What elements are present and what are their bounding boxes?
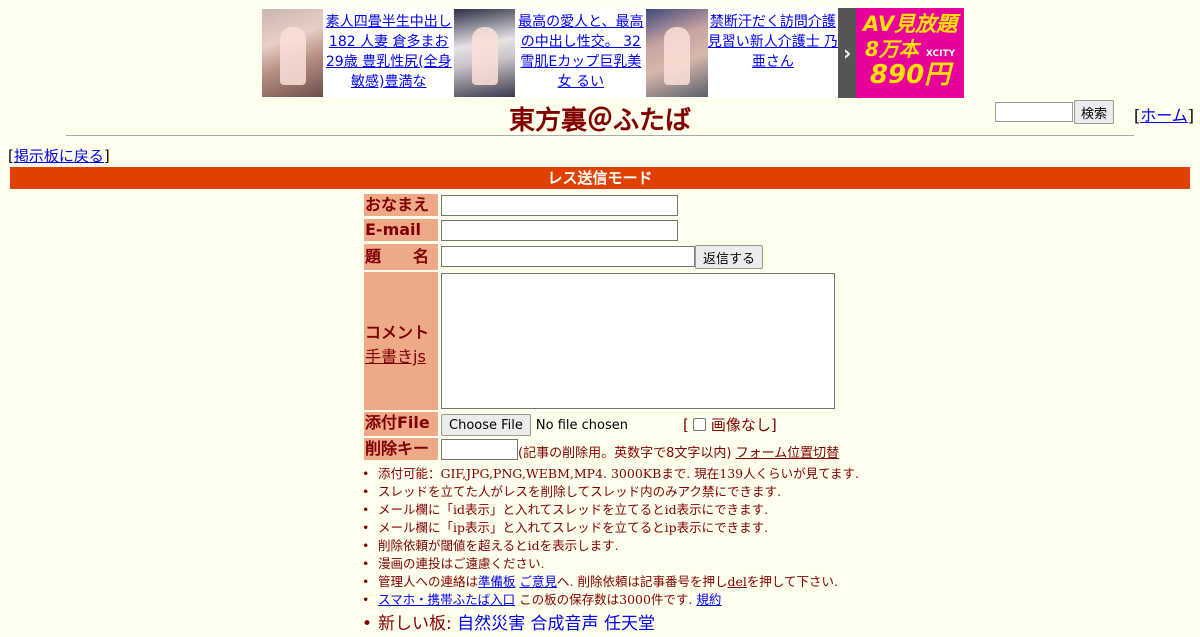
reply-mode-bar: レス送信モード	[10, 167, 1190, 189]
list-item: 管理人への連絡は準備板 ご意見へ. 削除依頼は記事番号を押しdelを押して下さい…	[362, 573, 859, 591]
back-link-wrap: [掲示板に戻る]	[8, 145, 110, 166]
list-item: スレッドを立てた人がレスを削除してスレッド内のみアク禁にできます.	[362, 483, 859, 501]
no-image-label: 画像なし]	[710, 416, 777, 434]
note-text: この板の保存数は3000件です.	[519, 592, 693, 607]
ad-next-arrow-icon[interactable]: ›	[838, 8, 857, 98]
bracket-close: ]	[103, 147, 110, 165]
ad-cta-banner[interactable]: AV見放題 8万本 XCITY 890円	[856, 8, 965, 98]
file-status: No file chosen	[535, 417, 628, 433]
search-input[interactable]	[995, 102, 1073, 122]
subject-input[interactable]	[441, 246, 695, 267]
file-label: 添付File	[364, 412, 438, 436]
submit-reply-button[interactable]: 返信する	[695, 245, 764, 269]
home-link-wrap: [ホーム]	[1134, 102, 1194, 126]
list-item: 漫画の連投はご遠慮ください.	[362, 555, 859, 573]
ad-figure	[280, 27, 306, 85]
list-item: 新しい板: 自然災害 合成音声 任天堂	[362, 611, 859, 637]
form-position-toggle-link[interactable]: フォーム位置切替	[736, 446, 840, 461]
prep-board-link[interactable]: 準備板	[478, 574, 516, 589]
comment-label: コメント	[365, 323, 430, 342]
list-item: 添付可能：GIF,JPG,PNG,WEBM,MP4. 3000KBまで. 現在1…	[362, 465, 859, 483]
name-label: おなまえ	[364, 194, 438, 216]
handwrite-link[interactable]: 手書きjs	[365, 347, 426, 366]
ad-cta-headline: AV見放題	[863, 12, 958, 36]
subject-label: 題 名	[364, 244, 438, 270]
header-divider	[66, 135, 1134, 136]
delete-key-label: 削除キー	[364, 438, 438, 460]
board-link-synth-voice[interactable]: 合成音声	[531, 614, 599, 634]
ad-thumbnail-3[interactable]	[646, 9, 708, 97]
search-form: 検索	[995, 100, 1115, 124]
delete-key-hint: (記事の削除用。英数字で8文字以内)	[518, 446, 732, 461]
ad-thumbnail-2[interactable]	[454, 9, 516, 97]
email-label: E-mail	[364, 219, 438, 241]
ad-thumbnail-1[interactable]	[262, 9, 324, 97]
mobile-entry-link[interactable]: スマホ・携帯ふたば入口	[378, 592, 515, 607]
ad-link-2[interactable]: 最高の愛人と、最高の中出し性交。 32 雪肌Eカップ巨乳美女 るい	[518, 14, 643, 90]
choose-file-button[interactable]: Choose File	[441, 414, 531, 436]
rules-link[interactable]: 規約	[696, 592, 721, 607]
file-row: Choose File No file chosen	[441, 414, 628, 436]
notes-list: 添付可能：GIF,JPG,PNG,WEBM,MP4. 3000KBまで. 現在1…	[362, 465, 859, 637]
new-boards-label: 新しい板:	[378, 614, 452, 634]
delete-key-input[interactable]	[441, 439, 518, 460]
comment-textarea[interactable]	[441, 273, 835, 409]
no-image-checkbox[interactable]	[692, 418, 706, 431]
no-image-option: [ 画像なし]	[683, 414, 777, 435]
board-link-nintendo[interactable]: 任天堂	[604, 614, 655, 634]
bracket-open: [	[683, 415, 689, 434]
ad-cta-price: 890円	[869, 60, 951, 90]
ad-banner[interactable]: 素人四畳半生中出し182 人妻 倉多まお 29歳 豊乳性尻(全身敏感)豊満な 最…	[262, 8, 965, 98]
bracket-close: ]	[1187, 106, 1195, 125]
ad-figure	[472, 27, 499, 85]
delete-key-note: (記事の削除用。英数字で8文字以内) フォーム位置切替	[518, 442, 839, 461]
list-item: 削除依頼が閾値を超えるとidを表示します.	[362, 537, 859, 555]
feedback-link[interactable]: ご意見	[520, 574, 558, 589]
home-link[interactable]: ホーム	[1140, 106, 1188, 125]
ad-cta-brand: XCITY	[925, 49, 956, 59]
ad-cta-count: 8万本	[865, 37, 919, 61]
comment-label-cell: コメント 手書きjs	[364, 272, 438, 410]
note-text: 管理人への連絡は	[378, 574, 479, 589]
name-input[interactable]	[441, 195, 678, 216]
note-text: へ. 削除依頼は記事番号を押し	[557, 574, 728, 589]
del-link[interactable]: del	[727, 574, 746, 589]
ad-link-3[interactable]: 禁断汗だく訪問介護 見習い新人介護士 乃亜さん	[708, 14, 838, 70]
list-item: メール欄に「id表示」と入れてスレッドを立てるとid表示にできます.	[362, 501, 859, 519]
email-input[interactable]	[441, 220, 678, 241]
ad-figure	[664, 27, 691, 85]
list-item: メール欄に「ip表示」と入れてスレッドを立てるとip表示にできます.	[362, 519, 859, 537]
list-item: スマホ・携帯ふたば入口 この板の保存数は3000件です. 規約	[362, 591, 859, 609]
board-link-disaster[interactable]: 自然災害	[457, 614, 525, 634]
ad-link-1[interactable]: 素人四畳半生中出し182 人妻 倉多まお 29歳 豊乳性尻(全身敏感)豊満な	[326, 14, 452, 90]
note-text: を押して下さい.	[746, 574, 838, 589]
search-button[interactable]: 検索	[1074, 100, 1115, 124]
back-to-board-link[interactable]: 掲示板に戻る	[14, 147, 104, 165]
